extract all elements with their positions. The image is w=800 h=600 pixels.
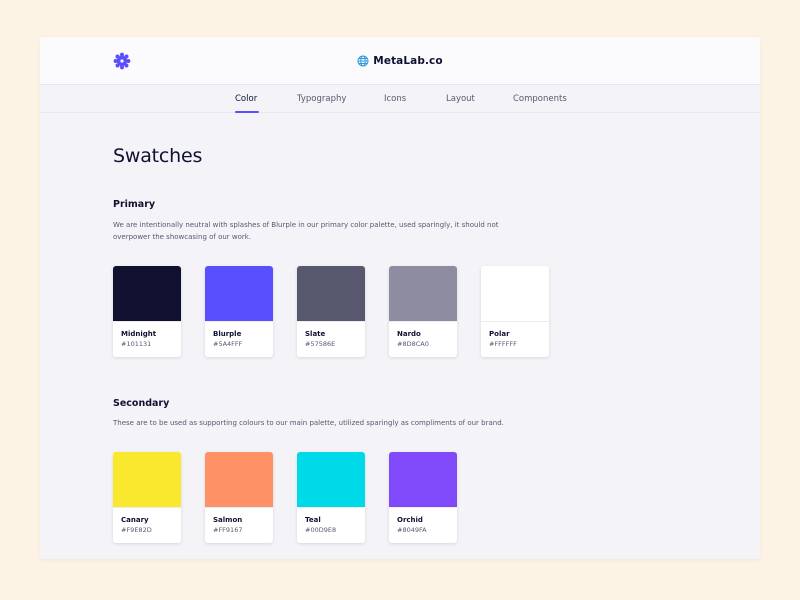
swatch-card[interactable]: Canary #F9E82D <box>113 452 181 543</box>
tab-bar: Color Typography Icons Layout Components <box>40 85 760 113</box>
app-window: MetaLab.co Color Typography Icons Layout… <box>40 37 760 559</box>
swatch-hex: #00D9E8 <box>305 526 337 534</box>
swatch-name: Midnight <box>121 330 157 338</box>
page-title: Swatches <box>113 145 203 167</box>
swatch-color-block <box>297 452 365 508</box>
swatch-hex: #8049FA <box>397 526 427 534</box>
swatch-card[interactable]: Nardo #8D8CA0 <box>389 266 457 357</box>
swatch-hex: #FF9167 <box>213 526 243 534</box>
swatch-hex: #101131 <box>121 340 152 348</box>
swatch-color-block <box>389 452 457 508</box>
swatch-name: Orchid <box>397 516 423 524</box>
swatch-name: Salmon <box>213 516 243 524</box>
brand-name[interactable]: MetaLab.co <box>373 55 442 67</box>
swatch-color-block <box>113 452 181 508</box>
swatch-name: Blurple <box>213 330 242 338</box>
globe-icon <box>357 55 369 67</box>
swatch-color-block <box>113 266 181 322</box>
swatch-color-block <box>389 266 457 322</box>
swatch-hex: #5A4FFF <box>213 340 243 348</box>
swatch-name: Teal <box>305 516 321 524</box>
swatch-color-block <box>297 266 365 322</box>
primary-section-description: We are intentionally neutral with splash… <box>113 221 499 241</box>
swatch-card[interactable]: Orchid #8049FA <box>389 452 457 543</box>
swatch-name: Nardo <box>397 330 421 338</box>
tab-icons[interactable]: Icons <box>384 94 406 104</box>
swatch-name: Canary <box>121 516 149 524</box>
tab-layout[interactable]: Layout <box>446 94 475 104</box>
secondary-section-title: Secondary <box>113 398 170 409</box>
swatch-card[interactable]: Midnight #101131 <box>113 266 181 357</box>
tab-color[interactable]: Color <box>235 94 257 104</box>
tab-typography[interactable]: Typography <box>297 94 346 104</box>
swatch-hex: #8D8CA0 <box>397 340 429 348</box>
swatch-card[interactable]: Salmon #FF9167 <box>205 452 273 543</box>
swatch-color-block <box>205 266 273 322</box>
swatch-card[interactable]: Slate #57586E <box>297 266 365 357</box>
brand: MetaLab.co <box>40 37 760 85</box>
swatch-name: Slate <box>305 330 326 338</box>
swatch-hex: #F9E82D <box>121 526 152 534</box>
primary-section-title: Primary <box>113 199 156 210</box>
swatch-color-block <box>481 266 549 322</box>
secondary-section-description: These are to be used as supporting colou… <box>113 419 504 427</box>
swatch-card[interactable]: Polar #FFFFFF <box>481 266 549 357</box>
tab-components[interactable]: Components <box>513 94 567 104</box>
swatch-name: Polar <box>489 330 510 338</box>
header: MetaLab.co <box>40 37 760 85</box>
active-tab-indicator <box>235 111 259 113</box>
swatch-hex: #FFFFFF <box>489 340 517 348</box>
swatch-color-block <box>205 452 273 508</box>
swatch-hex: #57586E <box>305 340 336 348</box>
swatch-card[interactable]: Teal #00D9E8 <box>297 452 365 543</box>
swatch-card[interactable]: Blurple #5A4FFF <box>205 266 273 357</box>
